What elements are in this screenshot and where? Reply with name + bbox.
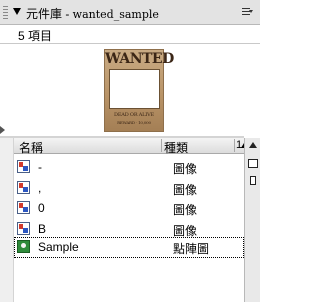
view-toolbar bbox=[244, 138, 260, 302]
row-name: B bbox=[38, 222, 47, 236]
poster-photo-frame bbox=[109, 69, 160, 109]
library-count-bar: 5 項目 bbox=[0, 25, 260, 44]
column-divider[interactable] bbox=[161, 139, 162, 152]
library-row[interactable]: 0 圖像 bbox=[14, 198, 244, 219]
panel-title-file: wanted_sample bbox=[72, 8, 159, 21]
narrow-view-button[interactable] bbox=[250, 176, 256, 185]
image-symbol-icon bbox=[17, 222, 30, 235]
table-header: 名稱 種類 1 bbox=[14, 138, 247, 156]
column-header-type[interactable]: 種類 bbox=[164, 139, 188, 156]
panel-titlebar[interactable]: 元件庫 - wanted_sample bbox=[0, 0, 260, 25]
poster-title: WANTED bbox=[105, 51, 174, 67]
row-type: 圖像 bbox=[173, 203, 198, 217]
row-name: , bbox=[38, 181, 42, 195]
library-row-selected[interactable]: Sample 點陣圖 bbox=[14, 237, 244, 258]
column-header-name[interactable]: 名稱 bbox=[19, 139, 43, 156]
panel-title-label: 元件庫 - bbox=[26, 7, 73, 21]
wide-view-button[interactable] bbox=[248, 159, 258, 168]
image-symbol-icon bbox=[17, 201, 30, 214]
bitmap-icon bbox=[17, 240, 30, 253]
expand-arrow-icon[interactable] bbox=[0, 126, 5, 134]
poster-caption-1: DEAD OR ALIVE bbox=[114, 112, 154, 118]
row-type: 圖像 bbox=[173, 162, 198, 176]
row-name: Sample bbox=[38, 240, 79, 254]
row-type: 點陣圖 bbox=[173, 242, 210, 256]
sort-direction-button[interactable] bbox=[249, 142, 257, 148]
drag-grip-icon[interactable] bbox=[3, 6, 8, 19]
image-symbol-icon bbox=[17, 160, 30, 173]
library-row[interactable]: - 圖像 bbox=[14, 157, 244, 178]
row-name: - bbox=[38, 160, 42, 174]
poster-caption-2: REWARD · 10,000 bbox=[117, 120, 151, 125]
panel-title: 元件庫 - wanted_sample bbox=[26, 5, 159, 22]
item-count: 5 項目 bbox=[18, 29, 53, 43]
left-gutter bbox=[0, 138, 14, 302]
image-symbol-icon bbox=[17, 181, 30, 194]
collapse-arrow-icon[interactable] bbox=[13, 8, 21, 15]
column-divider[interactable] bbox=[234, 139, 235, 152]
panel-menu-icon[interactable] bbox=[242, 8, 253, 17]
row-type: 圖像 bbox=[173, 183, 198, 197]
row-name: 0 bbox=[38, 201, 45, 215]
preview-pane: WANTED DEAD OR ALIVE REWARD · 10,000 bbox=[0, 44, 260, 136]
wanted-poster-preview: WANTED DEAD OR ALIVE REWARD · 10,000 bbox=[104, 49, 174, 132]
library-row[interactable]: , 圖像 bbox=[14, 178, 244, 199]
